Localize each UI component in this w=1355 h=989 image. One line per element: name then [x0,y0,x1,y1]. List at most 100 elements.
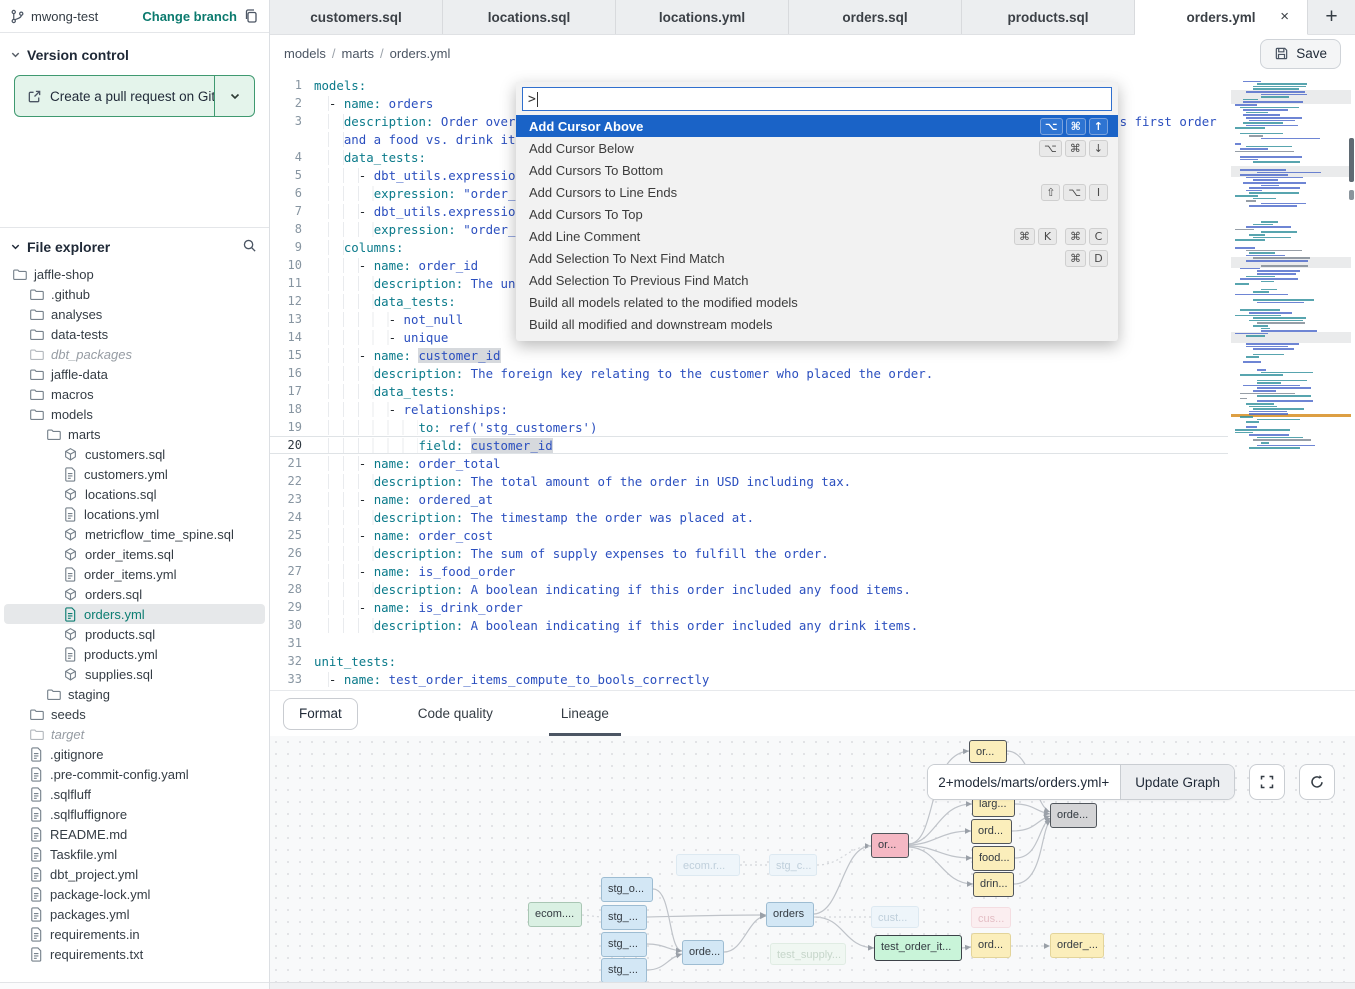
file-tree-item[interactable]: order_items.yml [4,564,265,584]
panel-tab-lineage[interactable]: Lineage [549,691,621,736]
code-line[interactable]: 24 description: The timestamp the order … [270,508,1228,526]
code-line[interactable]: 20 field: customer_id [270,436,1228,454]
editor-scrollbar[interactable] [1348,72,1355,690]
code-line[interactable]: 29 - name: is_drink_order [270,598,1228,616]
format-button[interactable]: Format [283,698,358,730]
file-tree-item[interactable]: analyses [4,304,265,324]
command-item[interactable]: Add Cursor Below⌥⌘↓ [516,137,1118,159]
lineage-canvas[interactable]: ecom....stg_o...stg_...stg_...stg_...ord… [270,736,1355,982]
tab-locations.sql[interactable]: locations.sql [443,0,616,34]
file-tree-item[interactable]: staging [4,684,265,704]
command-item[interactable]: Add Cursors To Bottom [516,159,1118,181]
file-tree-item[interactable]: orders.yml [4,604,265,624]
code-line[interactable]: 21 - name: order_total [270,454,1228,472]
file-tree-item[interactable]: customers.sql [4,444,265,464]
code-line[interactable]: 22 description: The total amount of the … [270,472,1228,490]
file-tree-item[interactable]: .github [4,284,265,304]
code-line[interactable]: 30 description: A boolean indicating if … [270,616,1228,634]
tab-orders.yml[interactable]: orders.yml× [1135,0,1308,35]
file-tree-item[interactable]: products.yml [4,644,265,664]
file-explorer-header[interactable]: File explorer [0,227,269,262]
search-icon[interactable] [242,238,257,256]
file-tree-item[interactable]: products.sql [4,624,265,644]
file-tree-item[interactable]: .sqlfluff [4,784,265,804]
file-tree-item[interactable]: marts [4,424,265,444]
lineage-node[interactable]: stg_... [601,958,647,982]
command-item[interactable]: Add Selection To Previous Find Match [516,269,1118,291]
lineage-node[interactable]: cust... [871,906,919,928]
file-tree-item[interactable]: .gitignore [4,744,265,764]
tab-customers.sql[interactable]: customers.sql [270,0,443,34]
file-tree-item[interactable]: metricflow_time_spine.sql [4,524,265,544]
code-line[interactable]: 17 data_tests: [270,382,1228,400]
scrollbar-thumb[interactable] [1349,138,1354,182]
lineage-node[interactable]: stg_o... [601,877,653,902]
lineage-node[interactable]: drin... [973,872,1014,897]
command-item[interactable]: Add Line Comment⌘K⌘C [516,225,1118,247]
panel-tab-code-quality[interactable]: Code quality [406,691,505,736]
code-line[interactable]: 25 - name: order_cost [270,526,1228,544]
file-tree-item[interactable]: seeds [4,704,265,724]
lineage-node[interactable]: stg_... [601,932,647,957]
code-line[interactable]: 18 - relationships: [270,400,1228,418]
lineage-node[interactable]: orders [766,902,814,927]
file-tree-item[interactable]: requirements.in [4,924,265,944]
file-tree-item[interactable]: Taskfile.yml [4,844,265,864]
lineage-node[interactable]: order_... [1050,933,1104,958]
create-pr-dropdown[interactable] [214,76,254,116]
lineage-node[interactable]: ord... [971,819,1012,844]
file-tree-item[interactable]: .sqlfluffignore [4,804,265,824]
file-tree-item[interactable]: packages.yml [4,904,265,924]
file-tree-item[interactable]: supplies.sql [4,664,265,684]
file-tree-item[interactable]: requirements.txt [4,944,265,964]
file-tree-item[interactable]: data-tests [4,324,265,344]
lineage-node[interactable]: ecom.r... [676,854,740,876]
new-tab-button[interactable]: + [1308,0,1355,34]
version-control-header[interactable]: Version control [0,33,269,71]
lineage-filter-input[interactable] [928,765,1120,799]
command-item[interactable]: Add Cursors To Top [516,203,1118,225]
code-line[interactable]: 19 to: ref('stg_customers') [270,418,1228,436]
file-tree-item[interactable]: dbt_packages [4,344,265,364]
code-line[interactable]: 31 [270,634,1228,652]
close-icon[interactable]: × [1280,8,1289,25]
tab-orders.sql[interactable]: orders.sql [789,0,962,34]
file-tree-item[interactable]: package-lock.yml [4,884,265,904]
file-tree-item[interactable]: .pre-commit-config.yaml [4,764,265,784]
lineage-node[interactable]: cus... [971,907,1011,928]
lineage-node[interactable]: food... [972,846,1015,871]
lineage-node[interactable]: test_order_it... [874,935,962,961]
command-palette-input[interactable]: > [522,87,1112,111]
code-line[interactable]: 26 description: The sum of supply expens… [270,544,1228,562]
copy-icon[interactable] [243,8,259,24]
breadcrumb-item[interactable]: orders.yml [390,46,451,61]
lineage-node[interactable]: stg_... [601,905,647,930]
file-tree-item[interactable]: models [4,404,265,424]
code-line[interactable]: 16 description: The foreign key relating… [270,364,1228,382]
file-tree-item[interactable]: customers.yml [4,464,265,484]
file-tree-item[interactable]: order_items.sql [4,544,265,564]
tab-products.sql[interactable]: products.sql [962,0,1135,34]
fullscreen-icon[interactable] [1249,764,1285,800]
command-item[interactable]: Add Selection To Next Find Match⌘D [516,247,1118,269]
file-tree-item[interactable]: macros [4,384,265,404]
code-line[interactable]: 28 description: A boolean indicating if … [270,580,1228,598]
code-line[interactable]: 23 - name: ordered_at [270,490,1228,508]
lineage-node[interactable]: ecom.... [528,902,582,927]
lineage-node[interactable]: stg_c... [769,854,817,876]
file-tree-item[interactable]: locations.sql [4,484,265,504]
command-item[interactable]: Add Cursors to Line Ends⇧⌥I [516,181,1118,203]
lineage-node[interactable]: ord... [971,933,1011,958]
file-tree-item[interactable]: locations.yml [4,504,265,524]
tab-locations.yml[interactable]: locations.yml [616,0,789,34]
sidebar-resize-handle[interactable] [0,982,269,989]
command-item[interactable]: Build all modified and downstream models [516,313,1118,335]
create-pr-button[interactable]: Create a pull request on Git... [14,75,255,117]
lineage-node[interactable]: orde... [1050,803,1097,828]
lineage-node[interactable]: or... [969,740,1007,763]
file-tree-item[interactable]: jaffle-data [4,364,265,384]
code-line[interactable]: 15 - name: customer_id [270,346,1228,364]
refresh-icon[interactable] [1299,764,1335,800]
file-tree-item[interactable]: jaffle-shop [4,264,265,284]
code-line[interactable]: 33 - name: test_order_items_compute_to_b… [270,670,1228,688]
